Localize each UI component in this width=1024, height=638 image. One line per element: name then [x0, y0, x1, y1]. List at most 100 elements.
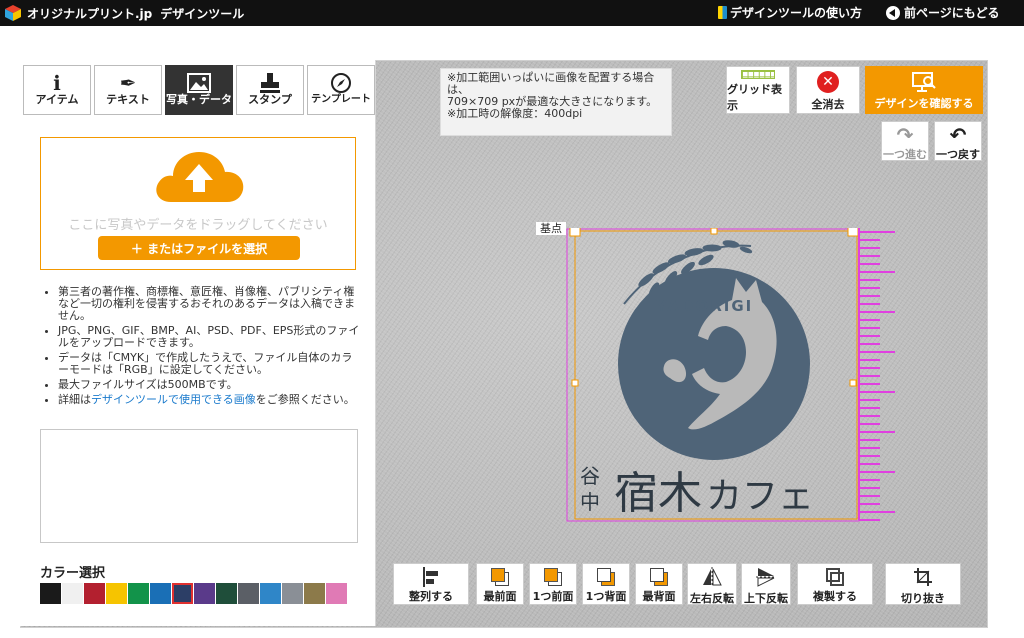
- monitor-search-icon: [912, 72, 936, 92]
- send-back-icon: [649, 567, 669, 586]
- tab-template-label: テンプレート: [311, 94, 371, 105]
- design-object[interactable]: YADORIGI 谷 中 宿木 カフェ: [566, 228, 862, 524]
- upload-dropzone[interactable]: ここに写真やデータをドラッグしてください ＋ またはファイルを選択: [40, 137, 356, 270]
- note-item: JPG、PNG、GIF、BMP、AI、PSD、PDF、EPS形式のファイルをアッ…: [58, 325, 362, 349]
- flip-vertical-label: 上下反転: [744, 592, 788, 605]
- color-swatch[interactable]: [84, 583, 105, 604]
- howto-link[interactable]: デザインツールの使い方: [718, 4, 862, 21]
- backward-icon: [596, 567, 616, 586]
- tab-text-label: テキスト: [106, 93, 150, 106]
- crop-icon: [913, 567, 933, 587]
- left-panel: ℹ アイテム ✒ テキスト 写真・データ スタンプ テンプレート ここに写真やデ…: [20, 60, 376, 626]
- upload-notes: 第三者の著作権、商標権、意匠権、肖像権、パブリシティ権など一切の権利を侵害するお…: [42, 286, 362, 409]
- tab-photo-label: 写真・データ: [166, 93, 232, 106]
- redo-label: 一つ進む: [883, 148, 927, 161]
- note-item: 最大ファイルサイズは500MBです。: [58, 379, 362, 391]
- note-link-before: 詳細は: [58, 393, 91, 406]
- cafe-katakana-text: カフェ: [706, 476, 814, 517]
- color-swatch[interactable]: [304, 583, 325, 604]
- stamp-icon: [259, 72, 281, 94]
- send-back-button[interactable]: 最背面: [635, 563, 683, 605]
- bring-front-button[interactable]: 最前面: [476, 563, 524, 605]
- color-swatch[interactable]: [62, 583, 83, 604]
- note-link-after: をご参照ください。: [255, 393, 355, 406]
- image-icon: [187, 72, 211, 94]
- forward-label: 1つ前面: [532, 590, 574, 603]
- back-circle-icon: [886, 5, 900, 20]
- duplicate-icon: [825, 567, 845, 586]
- align-label: 整列する: [409, 590, 453, 603]
- forward-icon: [543, 567, 563, 586]
- align-button[interactable]: 整列する: [393, 563, 469, 605]
- flip-vertical-icon: [756, 567, 776, 587]
- tab-stamp-label: スタンプ: [248, 93, 292, 106]
- tool-tabs: ℹ アイテム ✒ テキスト 写真・データ スタンプ テンプレート: [23, 65, 378, 117]
- color-swatch[interactable]: [106, 583, 127, 604]
- flip-horizontal-label: 左右反転: [690, 592, 734, 605]
- align-icon: [421, 567, 441, 587]
- cube-logo-icon: [5, 5, 21, 21]
- redo-button[interactable]: ↷ 一つ進む: [881, 121, 929, 161]
- size-ruler: [858, 228, 895, 521]
- color-swatch[interactable]: [282, 583, 303, 604]
- duplicate-button[interactable]: 複製する: [797, 563, 873, 605]
- close-icon: ✕: [817, 71, 839, 93]
- color-swatch[interactable]: [40, 583, 61, 604]
- color-swatch[interactable]: [216, 583, 237, 604]
- crop-button[interactable]: 切り抜き: [885, 563, 961, 605]
- pen-icon: ✒: [119, 71, 137, 95]
- backward-button[interactable]: 1つ背面: [582, 563, 630, 605]
- tab-template[interactable]: テンプレート: [307, 65, 375, 115]
- color-swatch[interactable]: [128, 583, 149, 604]
- cafe-small-text-2: 中: [580, 490, 600, 514]
- grid-label: グリッド表示: [727, 83, 782, 112]
- info-line-1: ※加工範囲いっぱいに画像を配置する場合は、: [447, 71, 655, 96]
- color-swatch[interactable]: [150, 583, 171, 604]
- duplicate-label: 複製する: [813, 590, 857, 603]
- bring-front-icon: [490, 567, 510, 586]
- color-swatch[interactable]: [260, 583, 281, 604]
- bottom-toolbar: 整列する 最前面 1つ前面 1つ背面 最背面 左右反転 上下反転 複製する 切り…: [393, 563, 963, 605]
- tab-text[interactable]: ✒ テキスト: [94, 65, 162, 115]
- back-link[interactable]: 前ページにもどる: [886, 4, 1000, 21]
- flip-horizontal-icon: [702, 567, 722, 587]
- tab-item[interactable]: ℹ アイテム: [23, 65, 91, 115]
- clear-label: 全消去: [811, 98, 845, 111]
- color-swatch[interactable]: [172, 583, 193, 604]
- undo-label: 一つ戻す: [936, 148, 980, 161]
- note-item: データは「CMYK」で作成したうえで、ファイル自体のカラーモードは「RGB」に設…: [58, 352, 362, 376]
- undo-button[interactable]: ↶ 一つ戻す: [934, 121, 982, 161]
- clear-all-button[interactable]: ✕ 全消去: [796, 66, 860, 114]
- info-line-3: ※加工時の解像度：400dpi: [447, 107, 583, 120]
- site-logo[interactable]: オリジナルプリント.jp デザインツール: [4, 4, 244, 22]
- forward-button[interactable]: 1つ前面: [529, 563, 577, 605]
- howto-label: デザインツールの使い方: [730, 6, 863, 20]
- grid-toggle-button[interactable]: グリッド表示: [726, 66, 790, 114]
- flip-horizontal-button[interactable]: 左右反転: [687, 563, 737, 605]
- tab-stamp[interactable]: スタンプ: [236, 65, 304, 115]
- cloud-upload-icon: [156, 152, 244, 202]
- back-label: 前ページにもどる: [904, 6, 1000, 20]
- cafe-small-text: 谷: [580, 464, 600, 488]
- info-box: ※加工範囲いっぱいに画像を配置する場合は、 709×709 pxが最適な大きさに…: [440, 68, 672, 136]
- bring-front-label: 最前面: [483, 590, 517, 603]
- backward-label: 1つ背面: [585, 590, 627, 603]
- base-point-label: 基点: [536, 222, 566, 235]
- color-swatch[interactable]: [238, 583, 259, 604]
- tab-item-label: アイテム: [35, 93, 79, 106]
- color-swatch[interactable]: [326, 583, 347, 604]
- flip-vertical-button[interactable]: 上下反転: [741, 563, 791, 605]
- confirm-label: デザインを確認する: [874, 97, 974, 110]
- info-icon: ℹ: [53, 71, 61, 95]
- image-preview-box: [40, 429, 358, 543]
- grid-icon: [741, 70, 775, 79]
- tab-photo[interactable]: 写真・データ: [165, 65, 233, 115]
- drop-hint: ここに写真やデータをドラッグしてください: [68, 218, 328, 233]
- top-bar: オリジナルプリント.jp デザインツール デザインツールの使い方 前ページにもど…: [0, 0, 1024, 26]
- color-swatches: [40, 583, 348, 604]
- select-file-button[interactable]: ＋ またはファイルを選択: [98, 236, 300, 260]
- color-swatch[interactable]: [194, 583, 215, 604]
- confirm-design-button[interactable]: デザインを確認する: [865, 66, 983, 114]
- logo-text: YADORIGI: [655, 297, 753, 315]
- usable-images-link[interactable]: デザインツールで使用できる画像: [91, 393, 256, 406]
